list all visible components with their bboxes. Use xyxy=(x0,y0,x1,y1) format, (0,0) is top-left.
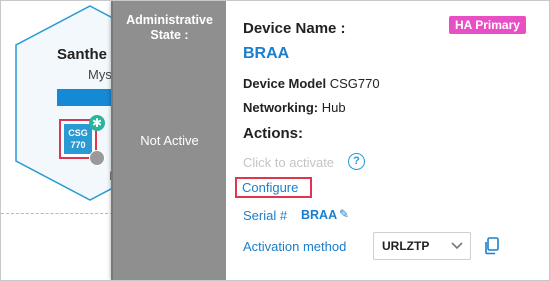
device-model-value: CSG770 xyxy=(329,76,380,91)
actions-label: Actions: xyxy=(243,125,303,142)
device-name-value: BRAA xyxy=(243,45,290,62)
admin-state-label: Administrative State : xyxy=(126,13,213,42)
serial-value: BRAA xyxy=(301,208,338,222)
asterisk-badge-icon: ✱ xyxy=(89,115,105,131)
site-title: Santhe xyxy=(57,46,108,63)
admin-state-value: Not Active xyxy=(140,133,199,148)
activation-method-value: URLZTP xyxy=(382,239,430,253)
question-help-icon[interactable]: ? xyxy=(348,153,365,170)
ha-primary-badge: HA Primary xyxy=(449,16,526,34)
activation-method-label: Activation method xyxy=(243,239,347,254)
status-dot-icon xyxy=(89,150,105,166)
device-model-label: Device Model xyxy=(243,76,327,91)
chip-text-line2: 770 xyxy=(70,140,86,150)
copy-icon[interactable] xyxy=(483,237,501,255)
networking-value: Hub xyxy=(321,100,346,115)
device-name-label: Device Name : xyxy=(243,20,346,37)
serial-label: Serial # xyxy=(243,208,288,223)
site-subtitle: Mys xyxy=(88,67,112,82)
device-model-row: Device Model CSG770 xyxy=(243,76,380,91)
csg-chip-icon: CSG 770 xyxy=(64,124,92,154)
pencil-edit-icon[interactable]: ✎ xyxy=(339,207,349,221)
device-popup: Administrative State : Not Active HA Pri… xyxy=(111,1,549,280)
activation-method-select[interactable]: URLZTP xyxy=(373,232,471,260)
click-to-activate-link[interactable]: Click to activate xyxy=(243,155,334,170)
networking-label: Networking: xyxy=(243,100,319,115)
chevron-down-icon xyxy=(450,235,464,260)
screenshot-frame: Santhe Mys HU CSG 770 ✱ I Administrative… xyxy=(0,0,550,281)
configure-link[interactable]: Configure xyxy=(235,177,312,198)
connection-line xyxy=(1,213,113,214)
admin-state-panel: Administrative State : Not Active xyxy=(111,1,226,280)
networking-row: Networking: Hub xyxy=(243,100,346,115)
chip-text-line1: CSG xyxy=(68,128,88,138)
